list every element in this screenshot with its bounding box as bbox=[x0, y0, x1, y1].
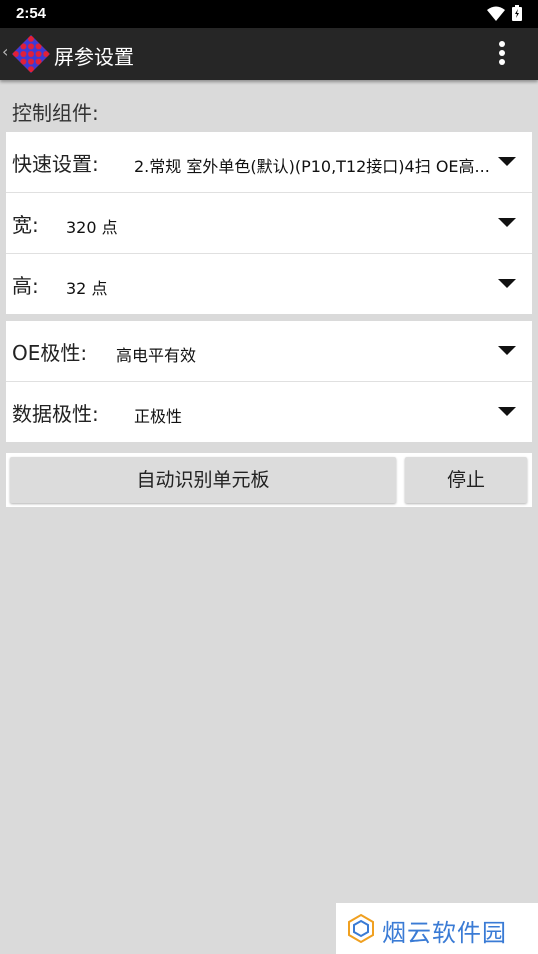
watermark: 烟云软件园 bbox=[336, 903, 538, 954]
dropdown-arrow-icon[interactable] bbox=[498, 157, 516, 166]
auto-detect-button[interactable]: 自动识别单元板 bbox=[10, 457, 396, 503]
quick-setting-label: 快速设置: bbox=[12, 152, 99, 176]
page-title: 屏参设置 bbox=[54, 45, 134, 69]
panel-settings-card: 快速设置: 2.常规 室外单色(默认)(P10,T12接口)4扫 OE高... … bbox=[6, 132, 532, 314]
quick-setting-value: 2.常规 室外单色(默认)(P10,T12接口)4扫 OE高... bbox=[134, 157, 490, 176]
dropdown-arrow-icon[interactable] bbox=[498, 407, 516, 416]
watermark-text: 烟云软件园 bbox=[382, 919, 507, 947]
dropdown-arrow-icon[interactable] bbox=[498, 218, 516, 227]
dropdown-arrow-icon[interactable] bbox=[498, 346, 516, 355]
polarity-card: OE极性: 高电平有效 数据极性: 正极性 bbox=[6, 321, 532, 442]
status-time: 2:54 bbox=[16, 5, 47, 22]
data-polarity-label: 数据极性: bbox=[12, 402, 99, 426]
width-label: 宽: bbox=[12, 213, 39, 237]
data-polarity-row[interactable]: 数据极性: 正极性 bbox=[6, 382, 532, 442]
watermark-logo-icon bbox=[346, 913, 376, 947]
app-logo-icon[interactable] bbox=[12, 35, 50, 77]
status-bar: 2:54 bbox=[0, 0, 538, 28]
oe-polarity-value: 高电平有效 bbox=[116, 346, 197, 365]
back-button[interactable]: ‹ bbox=[2, 42, 8, 61]
oe-polarity-label: OE极性: bbox=[12, 341, 88, 365]
dropdown-arrow-icon[interactable] bbox=[498, 279, 516, 288]
height-row[interactable]: 高: 32 点 bbox=[6, 254, 532, 314]
width-value: 320 点 bbox=[66, 218, 118, 237]
section-label: 控制组件: bbox=[12, 101, 99, 125]
more-vert-icon[interactable] bbox=[498, 40, 506, 70]
width-row[interactable]: 宽: 320 点 bbox=[6, 193, 532, 254]
app-bar: ‹ 屏参设置 bbox=[0, 28, 538, 80]
wifi-icon bbox=[487, 6, 505, 26]
oe-polarity-row[interactable]: OE极性: 高电平有效 bbox=[6, 321, 532, 382]
quick-setting-row[interactable]: 快速设置: 2.常规 室外单色(默认)(P10,T12接口)4扫 OE高... bbox=[6, 132, 532, 193]
action-bar: 自动识别单元板 停止 bbox=[6, 453, 532, 507]
height-value: 32 点 bbox=[66, 279, 108, 298]
data-polarity-value: 正极性 bbox=[134, 407, 183, 426]
height-label: 高: bbox=[12, 274, 39, 298]
battery-icon bbox=[512, 5, 522, 26]
stop-button[interactable]: 停止 bbox=[405, 457, 527, 503]
